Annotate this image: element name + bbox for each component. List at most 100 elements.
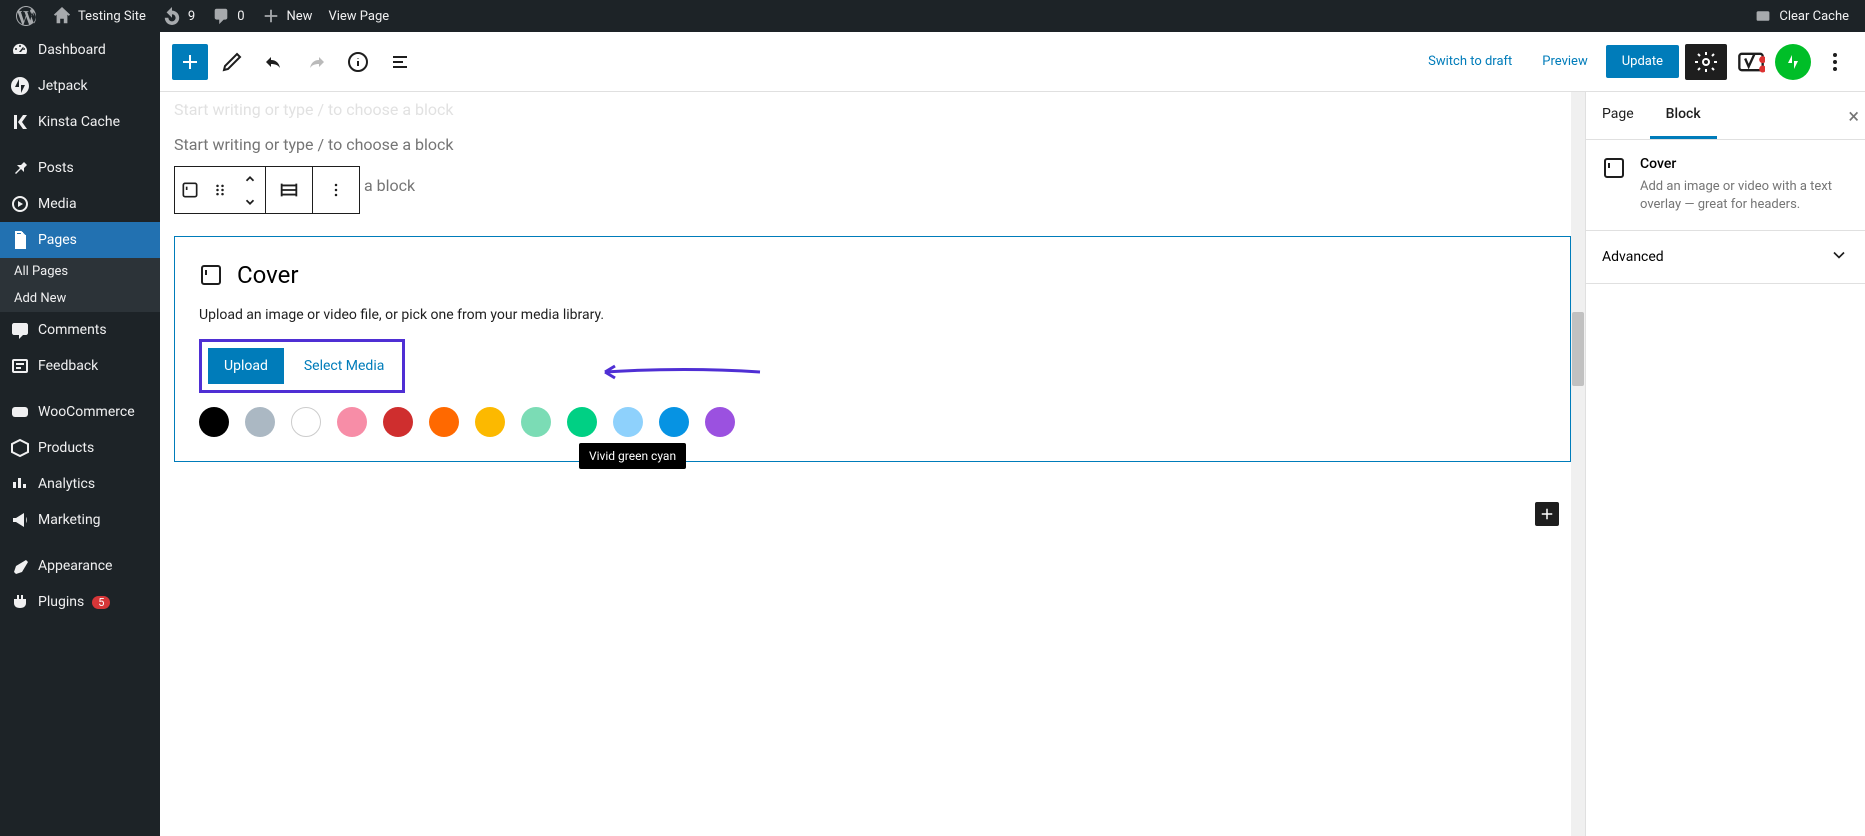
advanced-panel-toggle[interactable]: Advanced [1586,231,1865,284]
tools-button[interactable] [214,44,250,80]
color-swatch-vivid-purple[interactable] [705,407,735,437]
editor-canvas[interactable]: Start writing or type / to choose a bloc… [160,92,1585,836]
sidebar-item-appearance[interactable]: Appearance [0,548,160,584]
undo-button[interactable] [256,44,292,80]
tab-page[interactable]: Page [1586,92,1650,139]
analytics-icon [10,474,30,494]
sidebar-item-analytics[interactable]: Analytics [0,466,160,502]
clear-cache-link[interactable]: Clear Cache [1745,0,1857,32]
sidebar-label: Kinsta Cache [38,114,120,130]
comments-link[interactable]: 0 [203,0,252,32]
new-content-link[interactable]: New [253,0,321,32]
color-swatch-white[interactable] [291,407,321,437]
sidebar-item-marketing[interactable]: Marketing [0,502,160,538]
pages-icon [10,230,30,250]
annotation-arrow [585,357,765,387]
tab-block[interactable]: Block [1650,92,1717,139]
updates-link[interactable]: 9 [154,0,203,32]
switch-to-draft-button[interactable]: Switch to draft [1416,46,1524,77]
home-icon [52,6,72,26]
color-swatch-vivid-cyan-blue[interactable] [659,407,689,437]
sidebar-item-comments[interactable]: Comments [0,312,160,348]
pin-icon [10,158,30,178]
cache-icon [1753,6,1773,26]
comments-icon [10,320,30,340]
align-button[interactable] [266,167,312,213]
scrollbar[interactable] [1571,92,1585,836]
sidebar-sub-lsbel-add-new[interactable]: Add New [0,285,160,312]
sidebar-item-posts[interactable]: Posts [0,150,160,186]
sidebar-submenu-pages: All Pages Add New [0,258,160,312]
sidebar-item-woocommerce[interactable]: WooCommerce [0,394,160,430]
cover-block[interactable]: Cover Upload an image or video file, or … [174,236,1571,462]
block-placeholder-cutoff[interactable]: Start writing or type / to choose a bloc… [174,100,1571,127]
topbar-right: Switch to draft Preview Update [1416,44,1853,80]
clear-cache-label: Clear Cache [1779,9,1849,24]
block-placeholder-behind: a block [364,176,415,195]
update-count: 9 [188,9,195,24]
view-page-label: View Page [328,9,389,24]
preview-button[interactable]: Preview [1530,46,1599,77]
color-tooltip: Vivid green cyan [579,443,686,469]
editor-topbar: Switch to draft Preview Update [160,32,1865,92]
admin-bar-left: Testing Site 9 0 New View Page [8,0,397,32]
sidebar-sub-all-pages[interactable]: All Pages [0,258,160,285]
color-swatch-light-green-cyan[interactable] [521,407,551,437]
more-options-button[interactable] [1817,44,1853,80]
upload-button[interactable]: Upload [208,348,284,384]
drag-handle-button[interactable] [205,167,235,213]
outline-button[interactable] [382,44,418,80]
sidebar-item-kinsta[interactable]: Kinsta Cache [0,104,160,140]
sidebar-item-products[interactable]: Products [0,430,160,466]
jetpack-icon [10,76,30,96]
color-swatch-vivid-red[interactable] [383,407,413,437]
editor-body: Start writing or type / to choose a bloc… [160,92,1865,836]
sidebar-item-plugins[interactable]: Plugins 5 [0,584,160,620]
sidebar-item-feedback[interactable]: Feedback [0,348,160,384]
move-up-button[interactable] [235,167,265,190]
add-block-button[interactable] [172,44,208,80]
jetpack-button[interactable] [1775,44,1811,80]
block-more-button[interactable] [313,167,359,213]
sidebar-block-title: Cover [1640,156,1849,172]
topbar-left [172,44,418,80]
redo-button[interactable] [298,44,334,80]
plugin-update-badge: 5 [92,596,110,609]
color-swatch-pale-pink[interactable] [337,407,367,437]
block-placeholder[interactable]: Start writing or type / to choose a bloc… [174,127,1571,162]
sidebar-item-jetpack[interactable]: Jetpack [0,68,160,104]
block-type-button[interactable] [175,167,205,213]
sidebar-label: Dashboard [38,42,106,58]
site-name: Testing Site [78,9,146,24]
yoast-button[interactable] [1733,44,1769,80]
scrollbar-thumb[interactable] [1572,312,1584,386]
sidebar-label: Comments [38,322,107,338]
color-swatch-luminous-vivid-amber[interactable] [475,407,505,437]
color-swatch-black[interactable] [199,407,229,437]
details-button[interactable] [340,44,376,80]
wp-logo[interactable] [8,0,44,32]
marketing-icon [10,510,30,530]
view-page-link[interactable]: View Page [320,0,397,32]
color-swatch-luminous-vivid-orange[interactable] [429,407,459,437]
move-down-button[interactable] [235,190,265,213]
select-media-button[interactable]: Select Media [296,348,393,384]
sidebar-item-dashboard[interactable]: Dashboard [0,32,160,68]
update-button[interactable]: Update [1606,45,1679,78]
sidebar-label: Feedback [38,358,98,374]
dashboard-icon [10,40,30,60]
products-icon [10,438,30,458]
close-sidebar-button[interactable]: × [1848,104,1859,128]
site-name-link[interactable]: Testing Site [44,0,154,32]
add-block-inline-button[interactable] [1535,502,1559,526]
sidebar-label: Pages [38,232,77,248]
feedback-icon [10,356,30,376]
settings-button[interactable] [1685,44,1727,80]
advanced-label: Advanced [1602,249,1664,265]
cover-block-header: Cover [199,261,1546,289]
sidebar-item-media[interactable]: Media [0,186,160,222]
sidebar-item-pages[interactable]: Pages [0,222,160,258]
color-swatch-pale-cyan-blue[interactable] [613,407,643,437]
color-swatch-cyan-bluish-gray[interactable] [245,407,275,437]
color-swatch-vivid-green-cyan[interactable] [567,407,597,437]
